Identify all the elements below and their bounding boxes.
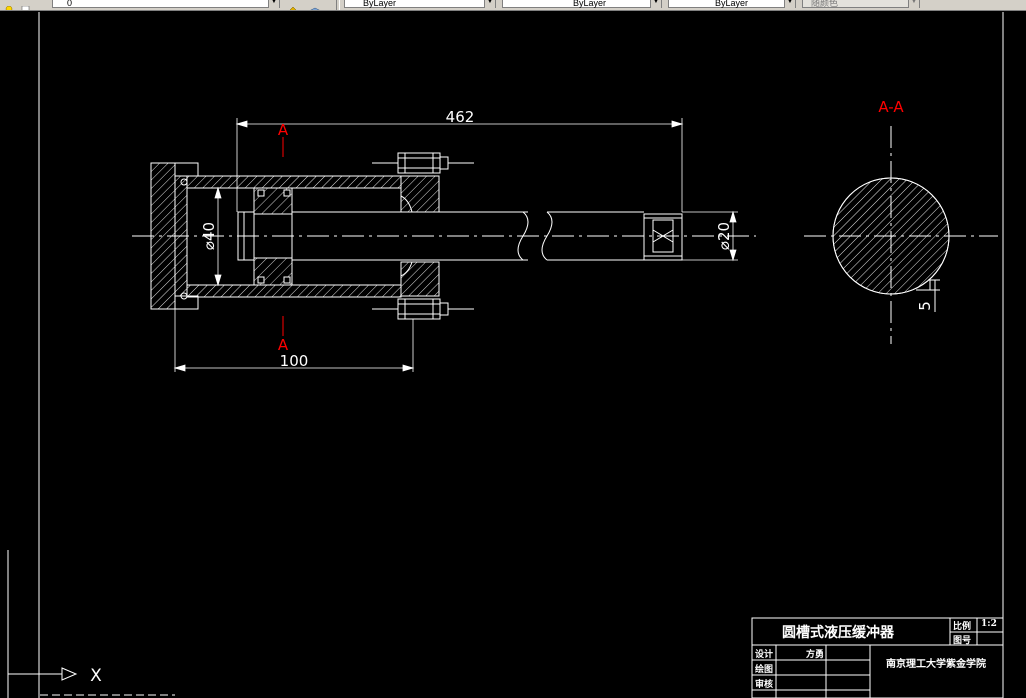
section-view (804, 126, 998, 344)
dim-groove: 5 (916, 301, 934, 311)
ucs-icon (7, 667, 78, 698)
cylinder-wall-bottom (186, 284, 402, 298)
linetype-select[interactable]: ByLayer ▼ (502, 0, 662, 8)
dim-rod: ⌀20 (715, 222, 733, 250)
title-drawing-name: 圆槽式液压缓冲器 (782, 625, 894, 641)
layer-sun-icon[interactable] (20, 0, 34, 10)
title-design-label: 设计 (755, 650, 774, 660)
section-mark-top: A (278, 121, 289, 139)
drawing-canvas[interactable]: 462 100 ⌀40 ⌀20 A A A-A 5 X (0, 11, 1026, 698)
toolbar-separator (336, 0, 340, 10)
dimensions (173, 118, 738, 372)
layer-select[interactable]: 0 ▼ (52, 0, 280, 8)
bolt-head-bottom (397, 298, 441, 320)
color-select[interactable]: ByLayer ▼ (344, 0, 496, 8)
plotstyle-select[interactable]: 随颜色 ▼ (802, 0, 920, 8)
title-scale-label: 比例 (953, 622, 972, 632)
make-layer-current-icon[interactable] (286, 0, 300, 10)
title-school: 南京理工大学紫金学院 (886, 659, 986, 670)
end-cap (150, 162, 176, 310)
bolt-head-top (397, 152, 441, 174)
chevron-down-icon[interactable]: ▼ (650, 0, 661, 8)
lineweight-select[interactable]: ByLayer ▼ (668, 0, 796, 8)
title-review-label: 审核 (755, 680, 774, 690)
front-flange-top (400, 175, 440, 213)
plotstyle-select-value: 随颜色 (811, 0, 839, 8)
title-draw-label: 绘图 (755, 665, 774, 675)
ucs-x-label: X (90, 666, 102, 686)
section-circle (832, 177, 950, 295)
properties-toolbar: 0 ▼ ByLayer ▼ ByLayer ▼ ByLayer ▼ 随颜色 ▼ (0, 0, 1026, 11)
dim-length: 462 (446, 108, 475, 126)
rod-end-fitting (643, 213, 683, 261)
main-view (132, 137, 756, 336)
cylinder-wall-top (186, 175, 402, 189)
chevron-down-icon[interactable]: ▼ (484, 0, 495, 8)
chevron-down-icon[interactable]: ▼ (268, 0, 279, 8)
linetype-select-value: ByLayer (573, 0, 607, 8)
lineweight-select-value: ByLayer (715, 0, 749, 8)
dim-base: 100 (280, 352, 309, 370)
section-title: A-A (878, 98, 904, 116)
drawing-frame (7, 12, 1004, 698)
section-mark-bottom: A (278, 336, 289, 354)
chevron-down-icon[interactable]: ▼ (784, 0, 795, 8)
title-scale-value: 1:2 (981, 619, 997, 629)
layer-previous-icon[interactable] (308, 0, 322, 10)
front-flange-bottom (400, 261, 440, 297)
layer-bulb-icon[interactable] (4, 0, 18, 10)
title-drawing-no-label: 图号 (953, 636, 972, 646)
layer-select-value: 0 (67, 0, 73, 8)
title-designer: 方勇 (806, 650, 825, 660)
color-select-value: ByLayer (363, 0, 397, 8)
dim-bore: ⌀40 (200, 222, 218, 250)
chevron-down-icon[interactable]: ▼ (908, 0, 919, 8)
